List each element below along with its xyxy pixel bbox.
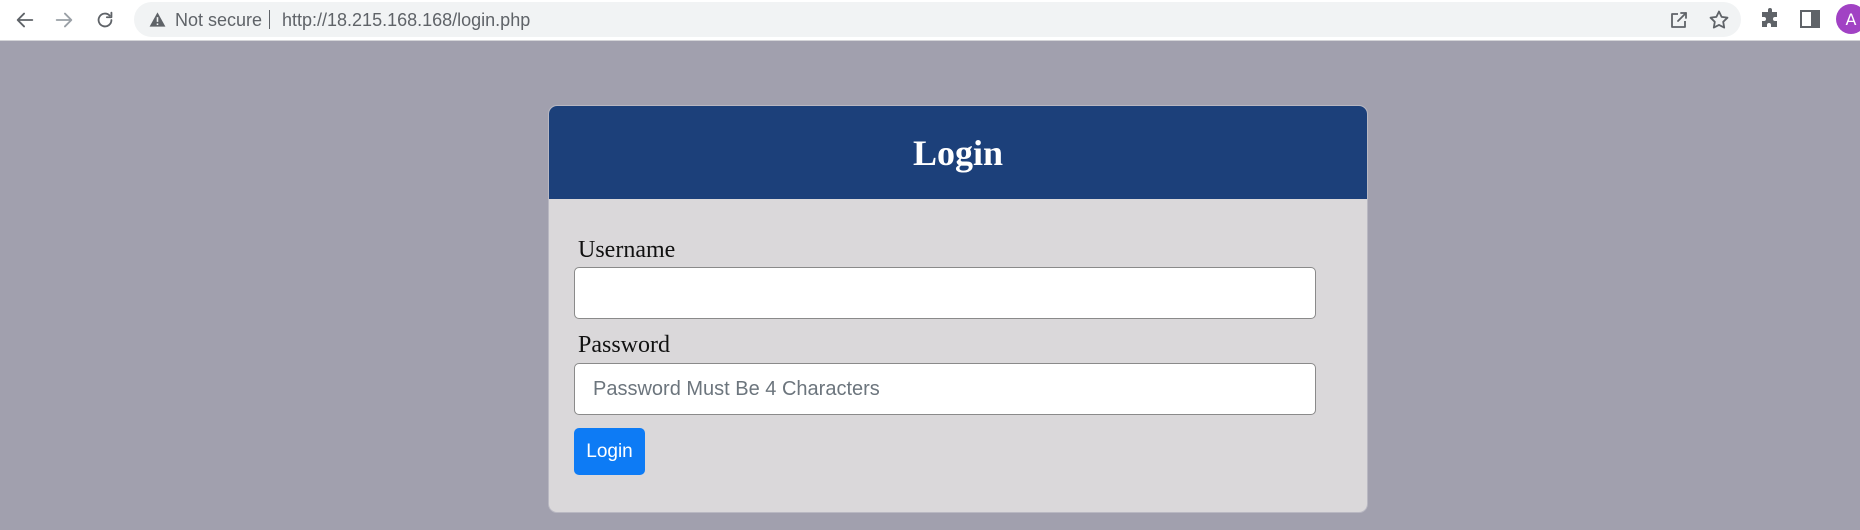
side-panel-icon[interactable] <box>1798 7 1822 31</box>
url-text[interactable]: http://18.215.168.168/login.php <box>282 10 530 31</box>
browser-toolbar: Not secure http://18.215.168.168/login.p… <box>0 0 1860 41</box>
login-card-header: Login <box>549 106 1367 199</box>
profile-initial: A <box>1845 9 1857 29</box>
password-label: Password <box>578 332 671 358</box>
password-input[interactable] <box>574 363 1316 415</box>
back-button[interactable] <box>9 4 41 36</box>
username-input[interactable] <box>574 267 1316 319</box>
share-icon[interactable] <box>1667 8 1691 32</box>
star-icon[interactable] <box>1707 8 1731 32</box>
profile-avatar[interactable]: A <box>1836 4 1860 34</box>
login-card: Login Username Password Login <box>548 105 1368 513</box>
login-title: Login <box>912 132 1004 173</box>
address-bar[interactable]: Not secure http://18.215.168.168/login.p… <box>134 2 1741 37</box>
arrow-left-icon <box>16 12 34 28</box>
warning-triangle-icon[interactable] <box>148 10 167 29</box>
arrow-right-icon <box>55 12 73 28</box>
security-status-label[interactable]: Not secure <box>175 10 262 31</box>
reload-icon <box>97 11 113 28</box>
forward-button[interactable] <box>48 4 80 36</box>
puzzle-icon[interactable] <box>1758 7 1782 31</box>
reload-button[interactable] <box>89 4 121 36</box>
address-separator <box>269 10 270 29</box>
username-label: Username <box>578 237 676 263</box>
login-button[interactable]: Login <box>574 428 645 475</box>
